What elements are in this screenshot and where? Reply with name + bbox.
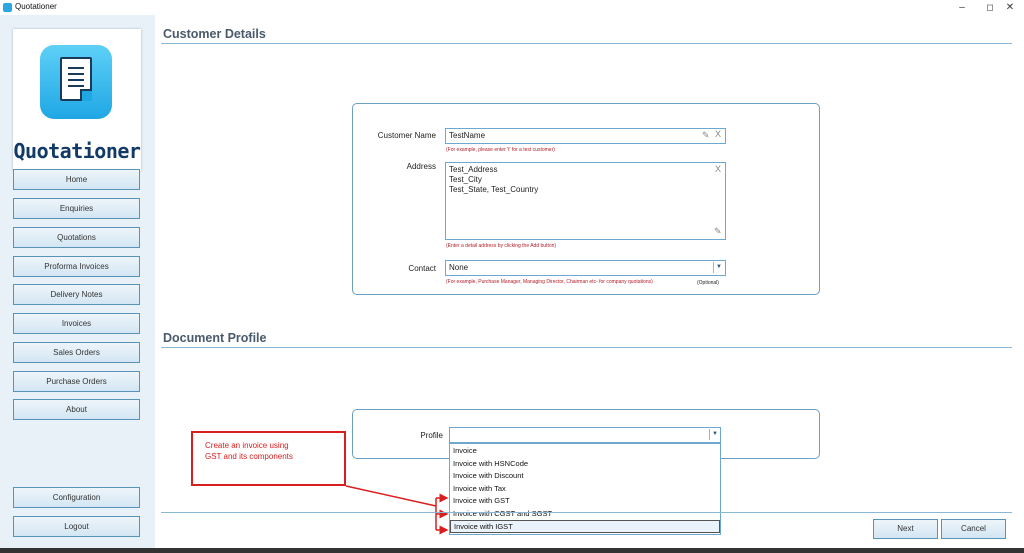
document-profile-title: Document Profile xyxy=(163,331,267,345)
profile-option-cgst-sgst[interactable]: Invoice with CGST and SGST xyxy=(450,508,720,521)
app-icon xyxy=(3,3,12,12)
profile-option-hsncode[interactable]: Invoice with HSNCode xyxy=(450,458,720,471)
nav-home-button[interactable]: Home xyxy=(13,169,140,190)
customer-name-hint: (For example, please enter 't' for a tes… xyxy=(446,147,555,153)
minimize-button[interactable]: – xyxy=(948,0,976,15)
configuration-button[interactable]: Configuration xyxy=(13,487,140,508)
profile-label: Profile xyxy=(420,431,443,440)
logo: Quotationer xyxy=(13,29,141,171)
section-divider xyxy=(161,43,1012,44)
profile-option-igst[interactable]: Invoice with IGST xyxy=(450,520,720,533)
optional-label: (Optional) xyxy=(697,280,719,286)
profile-dropdown-list: Invoice Invoice with HSNCode Invoice wit… xyxy=(449,443,721,535)
clear-icon[interactable]: X xyxy=(715,164,721,174)
arrow-line xyxy=(345,485,437,507)
profile-option-discount[interactable]: Invoice with Discount xyxy=(450,470,720,483)
address-line: Test_State, Test_Country xyxy=(449,185,539,194)
taskbar-edge xyxy=(0,548,1024,553)
nav-proforma-invoices-button[interactable]: Proforma Invoices xyxy=(13,256,140,277)
customer-name-label: Customer Name xyxy=(377,131,436,140)
nav-quotations-button[interactable]: Quotations xyxy=(13,227,140,248)
section-divider xyxy=(161,347,1012,348)
cancel-button[interactable]: Cancel xyxy=(941,519,1006,539)
contact-select[interactable]: None xyxy=(445,260,726,276)
contact-hint: (For example, Purchase Manager, Managing… xyxy=(446,279,653,285)
title-bar: Quotationer – ◻ ✕ xyxy=(0,0,1024,15)
contact-label: Contact xyxy=(408,264,436,273)
nav-delivery-notes-button[interactable]: Delivery Notes xyxy=(13,284,140,305)
annotation-line: Create an invoice using xyxy=(205,441,289,450)
clear-icon[interactable]: X xyxy=(715,129,721,139)
sidebar: Quotationer Home Enquiries Quotations Pr… xyxy=(0,15,155,548)
nav-about-button[interactable]: About xyxy=(13,399,140,420)
profile-select[interactable] xyxy=(449,427,721,443)
address-line: Test_Address xyxy=(449,165,498,174)
footer-divider xyxy=(161,512,1012,513)
profile-option-gst[interactable]: Invoice with GST xyxy=(450,495,720,508)
next-button[interactable]: Next xyxy=(873,519,938,539)
address-label: Address xyxy=(406,162,436,171)
nav-enquiries-button[interactable]: Enquiries xyxy=(13,198,140,219)
nav-invoices-button[interactable]: Invoices xyxy=(13,313,140,334)
pencil-icon[interactable]: ✎ xyxy=(714,226,722,237)
chevron-down-icon[interactable]: ▼ xyxy=(713,262,724,273)
logout-button[interactable]: Logout xyxy=(13,516,140,537)
close-button[interactable]: ✕ xyxy=(996,0,1024,15)
address-hint: (Enter a detail address by clicking the … xyxy=(446,243,557,249)
document-icon xyxy=(40,45,112,119)
annotation-callout: Create an invoice using GST and its comp… xyxy=(191,431,346,486)
address-textarea[interactable]: Test_Address Test_City Test_State, Test_… xyxy=(445,162,726,240)
annotation-line: GST and its components xyxy=(205,452,293,461)
customer-name-input[interactable]: TestName xyxy=(445,128,726,144)
logo-text: Quotationer xyxy=(13,139,141,163)
chevron-down-icon[interactable]: ▼ xyxy=(709,429,720,440)
profile-option-invoice[interactable]: Invoice xyxy=(450,445,720,458)
pencil-icon[interactable]: ✎ xyxy=(702,130,710,141)
nav-purchase-orders-button[interactable]: Purchase Orders xyxy=(13,371,140,392)
customer-details-title: Customer Details xyxy=(163,27,266,41)
address-line: Test_City xyxy=(449,175,482,184)
nav-sales-orders-button[interactable]: Sales Orders xyxy=(13,342,140,363)
profile-option-tax[interactable]: Invoice with Tax xyxy=(450,483,720,496)
window-title: Quotationer xyxy=(15,2,57,11)
